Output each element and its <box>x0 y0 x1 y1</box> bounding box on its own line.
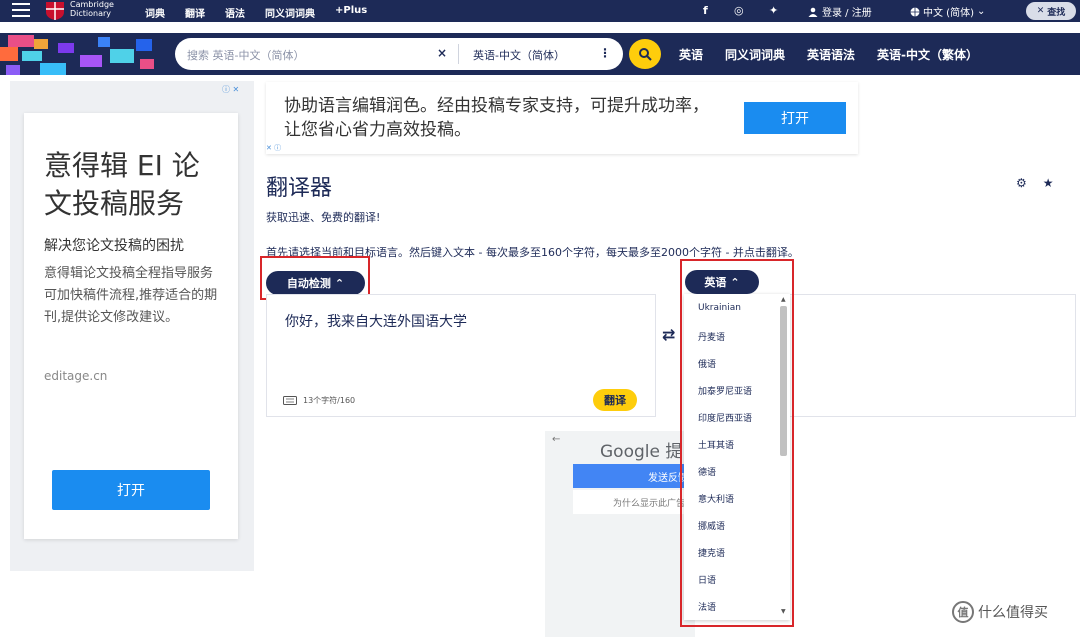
chevron-up-icon: ⌃ <box>730 275 740 289</box>
banner-ad-open-button[interactable]: 打开 <box>744 102 846 134</box>
star-icon[interactable]: ★ <box>1043 176 1054 190</box>
banner-ad[interactable]: 协助语言编辑润色。经由投稿专家支持，可提升成功率，让您省心省力高效投稿。 打开 <box>266 82 858 154</box>
target-language-highlight <box>680 259 794 627</box>
nav-thesaurus[interactable]: 同义词词典 <box>265 5 315 20</box>
top-nav: 词典 翻译 语法 同义词词典 +Plus <box>145 5 387 20</box>
source-language-label: 自动检测 <box>286 277 331 290</box>
back-arrow-icon[interactable]: ← <box>552 434 560 445</box>
facebook-icon[interactable]: f <box>703 4 708 17</box>
dictionary-selector[interactable]: 英语-中文（简体） <box>473 47 565 63</box>
decorative-pattern <box>0 33 170 75</box>
language-label: 中文 (简体) <box>923 8 974 19</box>
link-english[interactable]: 英语 <box>679 46 703 63</box>
banner-ad-choices-icon[interactable]: ✕ ⓘ <box>266 143 281 153</box>
top-navigation-bar: Cambridge Dictionary 词典 翻译 语法 同义词词典 +Plu… <box>0 0 1080 22</box>
chevron-up-icon: ⌃ <box>334 276 345 290</box>
twitter-icon[interactable]: ✦ <box>769 4 778 17</box>
cambridge-logo-icon[interactable] <box>44 1 66 21</box>
link-thesaurus[interactable]: 同义词词典 <box>725 46 785 63</box>
nav-plus[interactable]: +Plus <box>335 5 367 20</box>
more-options-icon[interactable]: ⋮ <box>599 46 611 60</box>
target-language-label: 英语 <box>704 276 727 289</box>
ad-choices-icon[interactable]: ⓘ ✕ <box>222 84 239 95</box>
globe-icon <box>910 7 920 16</box>
target-language-selector[interactable]: 英语 ⌃ <box>685 270 759 294</box>
dictionary-links: 英语 同义词词典 英语语法 英语-中文（繁体） <box>679 46 1000 63</box>
link-english-chinese-traditional[interactable]: 英语-中文（繁体） <box>877 46 978 63</box>
instagram-icon[interactable]: ◎ <box>734 4 744 17</box>
nav-grammar[interactable]: 语法 <box>225 5 245 20</box>
close-icon: ✕ <box>1036 6 1045 16</box>
swap-languages-icon[interactable]: ⇄ <box>662 325 675 344</box>
nav-dictionary[interactable]: 词典 <box>145 5 165 20</box>
menu-icon[interactable] <box>12 3 30 17</box>
ad-body: 意得辑论文投稿全程指导服务可加快稿件流程,推荐适合的期刊,提供论文修改建议。 <box>44 266 218 325</box>
chevron-down-icon: ⌄ <box>976 6 986 17</box>
share-icon[interactable]: ⚙ <box>1016 176 1027 190</box>
search-button[interactable]: ✕ 查找 <box>1026 2 1076 20</box>
login-link[interactable]: 登录 / 注册 <box>808 4 872 19</box>
page-title: 翻译器 <box>266 176 333 201</box>
google-ad-title: Google 提供 <box>600 442 680 462</box>
left-ad-card[interactable]: 意得辑 EI 论文投稿服务 解决您论文投稿的困扰 意得辑论文投稿全程指导服务可加… <box>24 113 238 539</box>
source-language-selector[interactable]: 自动检测 ⌃ <box>266 271 365 295</box>
login-label: 登录 / 注册 <box>822 8 872 19</box>
page-actions: ⚙ ★ <box>1016 176 1054 190</box>
clear-icon[interactable]: × <box>437 46 447 60</box>
source-text-input[interactable]: 你好，我来自大连外国语大学 <box>285 311 467 331</box>
brand-line-1: Cambridge <box>70 0 114 9</box>
language-selector[interactable]: 中文 (简体) ⌄ <box>910 4 985 19</box>
search-input[interactable]: 搜索 英语-中文（简体） <box>187 47 304 63</box>
brand-name[interactable]: Cambridge Dictionary <box>70 0 114 18</box>
ad-domain: editage.cn <box>44 369 108 383</box>
brand-line-2: Dictionary <box>70 9 112 18</box>
why-this-ad-button[interactable]: 为什么显示此广告 <box>573 490 689 514</box>
banner-ad-text: 协助语言编辑润色。经由投稿专家支持，可提升成功率，让您省心省力高效投稿。 <box>284 96 709 140</box>
translator-subtitle: 获取迅速、免费的翻译! <box>266 211 381 224</box>
keyboard-icon[interactable] <box>283 396 297 405</box>
translate-button[interactable]: 翻译 <box>593 389 637 411</box>
ad-subtitle: 解决您论文投稿的困扰 <box>44 238 184 254</box>
watermark-text: 什么值得买 <box>978 605 1048 621</box>
send-feedback-button[interactable]: 发送反馈 <box>573 464 689 488</box>
link-english-grammar[interactable]: 英语语法 <box>807 46 855 63</box>
search-icon <box>639 48 652 61</box>
watermark: 值 什么值得买 <box>952 601 1048 623</box>
search-button-label: 查找 <box>1047 7 1066 18</box>
character-count-label: 13个字符/160 <box>303 396 356 405</box>
search-divider <box>458 44 459 64</box>
search-box: 搜索 英语-中文（简体） × 英语-中文（简体） ⋮ <box>175 38 623 70</box>
character-count: 13个字符/160 <box>283 395 355 406</box>
search-bar-area: 搜索 英语-中文（简体） × 英语-中文（简体） ⋮ 英语 同义词词典 英语语法… <box>0 33 1080 75</box>
watermark-logo: 值 <box>952 601 974 623</box>
nav-translate[interactable]: 翻译 <box>185 5 205 20</box>
source-text-panel: 你好，我来自大连外国语大学 13个字符/160 翻译 <box>266 294 656 417</box>
ad-open-button[interactable]: 打开 <box>52 470 210 510</box>
ad-title: 意得辑 EI 论文投稿服务 <box>44 149 200 220</box>
user-icon <box>808 7 818 17</box>
search-submit-button[interactable] <box>629 39 661 69</box>
